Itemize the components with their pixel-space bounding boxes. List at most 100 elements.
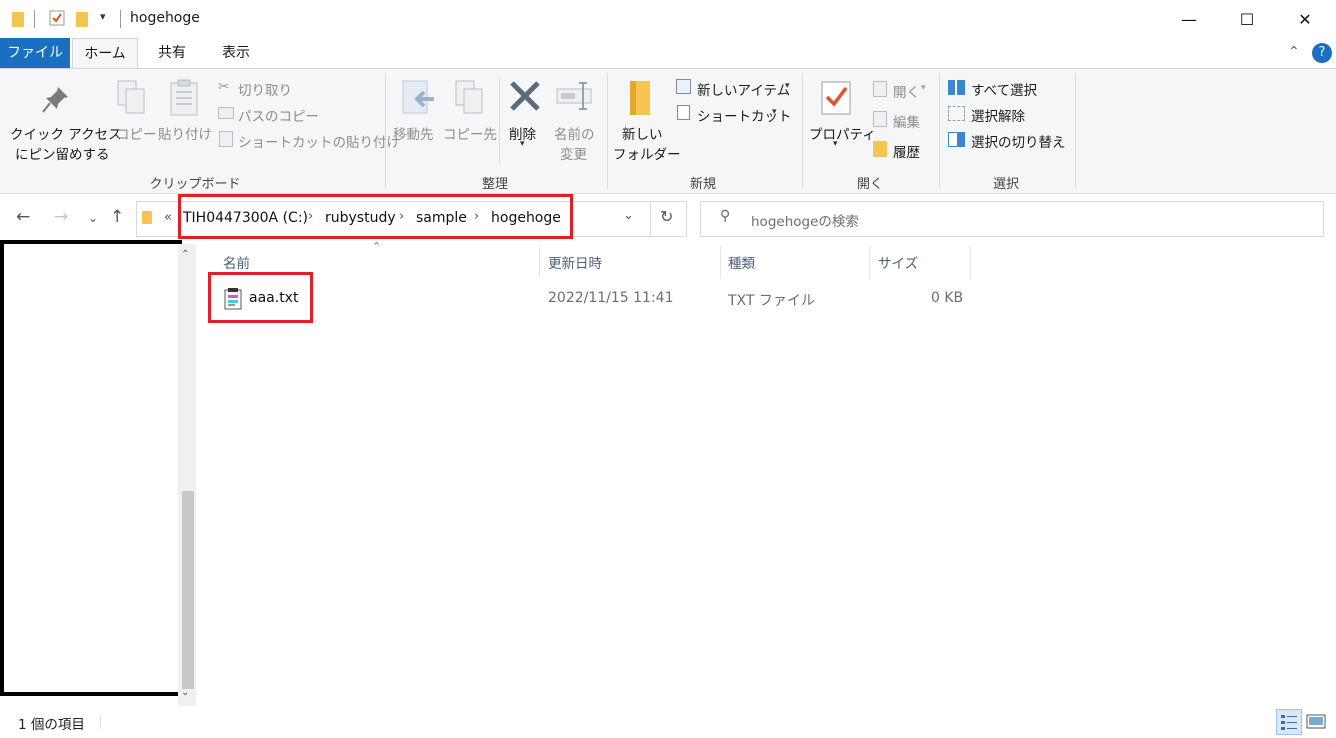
- recent-locations-icon[interactable]: ⌄: [88, 211, 98, 225]
- shortcut-button[interactable]: ショートカット: [697, 105, 792, 125]
- up-arrow-icon[interactable]: ↑: [110, 207, 124, 227]
- copy-icon[interactable]: [116, 79, 148, 115]
- customize-quick-access-icon[interactable]: ▾: [100, 10, 106, 23]
- details-view-button[interactable]: [1276, 709, 1302, 735]
- column-divider[interactable]: [539, 246, 540, 278]
- scrollbar-thumb[interactable]: [182, 491, 194, 689]
- address-folder-icon: [142, 211, 152, 224]
- cut-button[interactable]: 切り取り: [238, 79, 292, 99]
- invert-selection-button[interactable]: 選択の切り替え: [971, 131, 1066, 151]
- properties-quick-icon[interactable]: [49, 10, 65, 26]
- open-icon: [873, 81, 887, 97]
- properties-icon[interactable]: [819, 79, 853, 117]
- scroll-down-icon[interactable]: ⌄: [181, 687, 189, 698]
- address-dropdown-icon[interactable]: ⌄: [623, 208, 634, 223]
- select-all-icon: [948, 80, 965, 95]
- paste-shortcut-button[interactable]: ショートカットの貼り付け: [238, 131, 400, 151]
- new-folder-label-1[interactable]: 新しい: [622, 123, 663, 143]
- pin-icon[interactable]: [40, 83, 72, 115]
- history-button[interactable]: 履歴: [893, 141, 920, 161]
- tab-home[interactable]: ホーム: [72, 38, 138, 69]
- maximize-button[interactable]: ☐: [1218, 0, 1276, 38]
- tab-file[interactable]: ファイル: [0, 38, 70, 68]
- copy-path-button[interactable]: パスのコピー: [238, 105, 319, 125]
- delete-icon[interactable]: [508, 79, 542, 113]
- tab-view[interactable]: 表示: [206, 38, 266, 68]
- highlight-box-file: [208, 272, 313, 323]
- status-item-count: 1 個の項目: [18, 717, 85, 733]
- move-to-icon[interactable]: [400, 79, 436, 117]
- pin-quick-access-label-2[interactable]: にピン留めする: [15, 143, 110, 163]
- column-header-modified[interactable]: 更新日時: [548, 252, 602, 272]
- group-separator: [607, 73, 608, 189]
- copy-label[interactable]: コピー: [116, 123, 157, 143]
- sort-ascending-icon: ⌃: [372, 240, 382, 253]
- title-bar: ▾ hogehoge — ☐ ✕: [0, 0, 1336, 38]
- new-folder-icon[interactable]: [624, 77, 656, 117]
- tab-share[interactable]: 共有: [142, 38, 202, 68]
- group-separator: [802, 73, 803, 189]
- breadcrumb-overflow[interactable]: «: [164, 210, 172, 225]
- divider: [120, 10, 121, 28]
- open-dropdown-icon[interactable]: ▾: [921, 83, 926, 93]
- rename-label-1[interactable]: 名前の: [554, 123, 595, 143]
- open-button[interactable]: 開く: [893, 81, 920, 101]
- column-header-size[interactable]: サイズ: [878, 252, 918, 272]
- collapse-ribbon-icon[interactable]: ⌃: [1288, 44, 1300, 60]
- new-item-dropdown-icon[interactable]: ▾: [785, 81, 790, 91]
- copy-path-icon: [218, 107, 234, 119]
- column-divider[interactable]: [970, 246, 971, 278]
- close-button[interactable]: ✕: [1276, 0, 1334, 38]
- window-title: hogehoge: [130, 10, 200, 26]
- group-separator: [385, 73, 386, 189]
- properties-label[interactable]: プロパティ: [809, 123, 876, 143]
- back-arrow-icon[interactable]: ←: [16, 207, 30, 227]
- scissors-icon: ✂: [218, 79, 230, 95]
- forward-arrow-icon[interactable]: →: [54, 207, 68, 227]
- shortcut-dropdown-icon[interactable]: ▾: [772, 107, 777, 117]
- minimize-button[interactable]: —: [1160, 0, 1218, 38]
- file-size: 0 KB: [931, 290, 964, 306]
- edit-icon: [873, 111, 887, 127]
- delete-dropdown-icon[interactable]: ▾: [520, 139, 525, 149]
- scroll-up-icon[interactable]: ⌃: [181, 249, 189, 260]
- new-folder-label-2[interactable]: フォルダー: [613, 143, 681, 163]
- clipboard-group-label: クリップボード: [149, 177, 241, 192]
- properties-dropdown-icon[interactable]: ▾: [833, 139, 838, 149]
- divider: [34, 10, 35, 28]
- history-icon: [873, 141, 887, 157]
- paste-icon[interactable]: [168, 79, 200, 117]
- select-all-button[interactable]: すべて選択: [971, 79, 1037, 99]
- copy-to-label[interactable]: コピー先: [443, 123, 497, 143]
- column-header-name[interactable]: 名前: [223, 252, 250, 272]
- highlight-box-address: [178, 194, 573, 239]
- pin-quick-access-label-1[interactable]: クイック アクセス: [10, 123, 122, 143]
- new-group-label: 新規: [689, 177, 716, 192]
- refresh-icon[interactable]: ↻: [660, 207, 673, 226]
- open-group-label: 開く: [856, 177, 883, 192]
- copy-to-icon[interactable]: [452, 79, 488, 117]
- search-icon: ⚲: [720, 208, 731, 224]
- paste-label[interactable]: 貼り付け: [158, 123, 212, 143]
- rename-icon[interactable]: [555, 79, 595, 115]
- new-item-icon: [676, 79, 691, 94]
- new-folder-quick-icon[interactable]: [76, 12, 88, 27]
- folder-icon: [12, 12, 24, 27]
- rename-label-2[interactable]: 変更: [560, 143, 587, 163]
- invert-selection-icon: [948, 132, 965, 147]
- column-divider[interactable]: [720, 246, 721, 278]
- shortcut-icon: [677, 105, 690, 120]
- edit-button[interactable]: 編集: [893, 111, 920, 131]
- navigation-pane[interactable]: [0, 240, 182, 696]
- large-icons-view-icon: [1306, 714, 1326, 729]
- search-input[interactable]: hogehogeの検索: [751, 210, 859, 230]
- new-item-button[interactable]: 新しいアイテム: [697, 79, 790, 99]
- file-modified: 2022/11/15 11:41: [548, 290, 674, 306]
- move-to-label[interactable]: 移動先: [393, 123, 434, 143]
- divider: [100, 715, 101, 729]
- column-divider[interactable]: [869, 246, 870, 278]
- column-header-type[interactable]: 種類: [728, 252, 755, 272]
- select-none-button[interactable]: 選択解除: [971, 105, 1025, 125]
- large-icons-view-button[interactable]: [1304, 709, 1330, 735]
- help-icon[interactable]: ?: [1312, 43, 1332, 63]
